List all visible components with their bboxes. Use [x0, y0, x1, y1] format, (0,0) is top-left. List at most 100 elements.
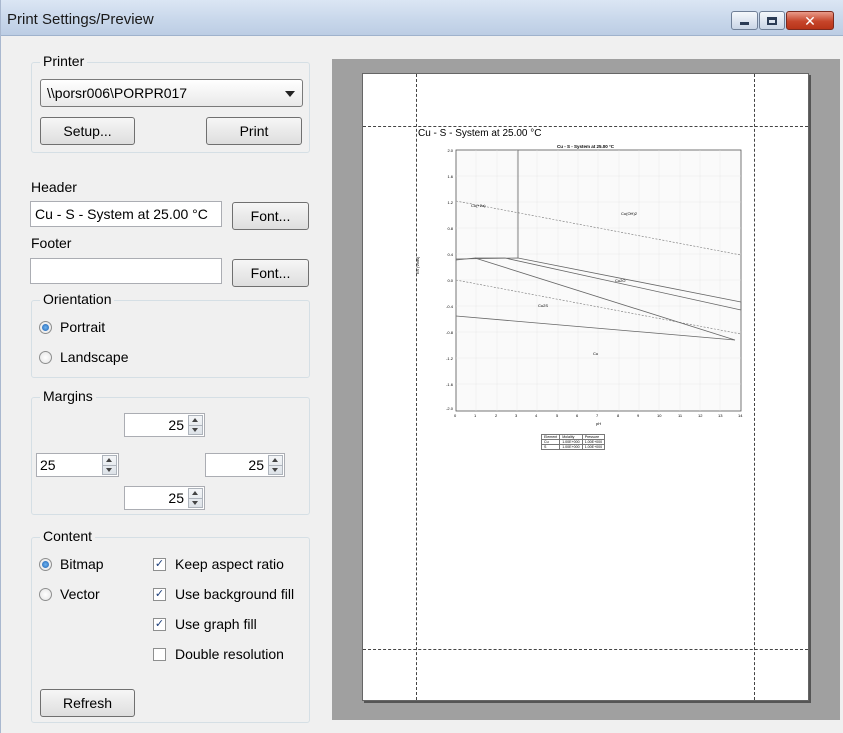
margin-bottom-value: 25: [168, 490, 184, 506]
spin-up-icon: [192, 491, 198, 495]
chevron-down-icon: [285, 91, 295, 97]
printer-select-value: \\porsr006\PORPR017: [47, 85, 188, 101]
maximize-icon: [767, 16, 777, 25]
unchecked-box-icon: [153, 647, 166, 661]
y-tick: 0.0: [447, 278, 453, 283]
preview-diagram: [455, 149, 742, 412]
window-title: Print Settings/Preview: [7, 11, 154, 28]
portrait-radio[interactable]: Portrait: [39, 319, 105, 335]
margin-left-spinner[interactable]: 25: [36, 453, 119, 477]
check-icon: ✓: [153, 617, 166, 631]
printer-select[interactable]: \\porsr006\PORPR017: [40, 79, 303, 107]
y-tick: 2.0: [447, 148, 453, 153]
region-label-cu: Cu: [593, 351, 599, 356]
margin-top-spinner[interactable]: 25: [124, 413, 205, 437]
refresh-button[interactable]: Refresh: [40, 689, 135, 717]
margin-left-spin-buttons[interactable]: [102, 455, 117, 475]
table-cell: 1.00E+000: [581, 444, 606, 450]
region-label-cuoh2: Cu(OH)2: [621, 211, 638, 216]
y-tick: 0.8: [447, 226, 453, 231]
close-button[interactable]: ✕: [786, 11, 834, 30]
x-tick: 0: [454, 413, 457, 418]
margin-top-spin-buttons[interactable]: [188, 415, 203, 435]
margin-right-spin-buttons[interactable]: [268, 455, 283, 475]
x-tick: 11: [678, 413, 683, 418]
double-resolution-checkbox[interactable]: Double resolution: [153, 646, 284, 662]
landscape-radio-circle: [39, 350, 52, 364]
margin-right-value: 25: [248, 457, 264, 473]
spin-up-icon: [106, 458, 112, 462]
keep-aspect-ratio-label: Keep aspect ratio: [175, 556, 284, 572]
spin-down-icon: [272, 468, 278, 472]
landscape-radio-label: Landscape: [60, 349, 129, 365]
x-tick: 12: [698, 413, 703, 418]
bitmap-radio[interactable]: Bitmap: [39, 556, 104, 572]
content-group: Content Bitmap Vector ✓ Keep aspect rati…: [31, 528, 310, 723]
x-tick: 13: [718, 413, 723, 418]
header-label: Header: [31, 179, 77, 195]
vector-radio-circle: [39, 587, 52, 601]
margin-right-spinner[interactable]: 25: [205, 453, 285, 477]
footer-input[interactable]: [30, 258, 222, 284]
table-row: S 1.00E+000 1.00E+000: [540, 444, 606, 450]
spin-down-icon: [106, 468, 112, 472]
y-tick: 1.2: [447, 200, 453, 205]
x-tick: 3: [515, 413, 518, 418]
table-cell: S: [540, 444, 561, 450]
margin-top-value: 25: [168, 417, 184, 433]
landscape-radio[interactable]: Landscape: [39, 349, 129, 365]
y-tick: -0.4: [446, 304, 453, 309]
bitmap-radio-circle: [39, 557, 52, 571]
content-group-label: Content: [40, 528, 96, 544]
check-icon: ✓: [153, 587, 166, 601]
x-tick: 6: [576, 413, 579, 418]
printer-group: Printer \\porsr006\PORPR017 Setup... Pri…: [31, 53, 310, 153]
region-label-cu2o: Cu2O: [615, 278, 626, 283]
check-icon: ✓: [153, 557, 166, 571]
vector-radio-label: Vector: [60, 586, 100, 602]
x-tick: 7: [596, 413, 599, 418]
use-background-fill-checkbox[interactable]: ✓ Use background fill: [153, 586, 294, 602]
spin-down-icon: [192, 428, 198, 432]
orientation-group-label: Orientation: [40, 291, 115, 307]
margin-left-value: 25: [40, 457, 56, 473]
table-cell: 1.00E+000: [559, 439, 583, 445]
use-background-fill-label: Use background fill: [175, 586, 295, 602]
print-settings-window: Print Settings/Preview ✕ Printer \\porsr…: [0, 0, 843, 733]
setup-button[interactable]: Setup...: [40, 117, 135, 145]
region-label-cu2s: Cu2S: [538, 303, 549, 308]
double-resolution-label: Double resolution: [175, 646, 284, 662]
header-font-button[interactable]: Font...: [232, 202, 309, 230]
use-graph-fill-checkbox[interactable]: ✓ Use graph fill: [153, 616, 257, 632]
keep-aspect-ratio-checkbox[interactable]: ✓ Keep aspect ratio: [153, 556, 284, 572]
minimize-button[interactable]: [731, 11, 758, 30]
x-tick: 4: [535, 413, 538, 418]
vector-radio[interactable]: Vector: [39, 586, 100, 602]
title-bar: Print Settings/Preview ✕: [1, 0, 843, 36]
y-tick: -1.2: [446, 356, 453, 361]
y-tick: -1.6: [446, 382, 453, 387]
bitmap-radio-label: Bitmap: [60, 556, 104, 572]
margins-group: Margins 25 25 25 25: [31, 388, 310, 515]
margin-bottom-spin-buttons[interactable]: [188, 488, 203, 508]
spin-up-icon: [192, 418, 198, 422]
x-tick: 5: [556, 413, 559, 418]
footer-font-button[interactable]: Font...: [232, 259, 309, 287]
portrait-radio-circle: [39, 320, 52, 334]
table-cell: 1.00E+000: [581, 439, 606, 445]
maximize-button[interactable]: [759, 11, 785, 30]
table-header-cell: Element: [540, 434, 561, 440]
table-cell: 1.00E+000: [559, 444, 583, 450]
printer-group-label: Printer: [40, 53, 88, 69]
header-input[interactable]: Cu - S - System at 25.00 °C: [30, 201, 222, 227]
y-tick: -0.8: [446, 330, 453, 335]
portrait-radio-label: Portrait: [60, 319, 106, 335]
print-button[interactable]: Print: [206, 117, 302, 145]
preview-page: Cu - S - System at 25.00 °C Cu - S - Sys…: [362, 73, 809, 701]
use-graph-fill-label: Use graph fill: [175, 616, 257, 632]
y-axis-label: Eh (Volts): [415, 256, 420, 274]
minimize-icon: [740, 22, 749, 25]
region-label-cu2: Cu(+2a): [471, 203, 486, 208]
x-tick: 2: [495, 413, 498, 418]
margin-bottom-spinner[interactable]: 25: [124, 486, 205, 510]
